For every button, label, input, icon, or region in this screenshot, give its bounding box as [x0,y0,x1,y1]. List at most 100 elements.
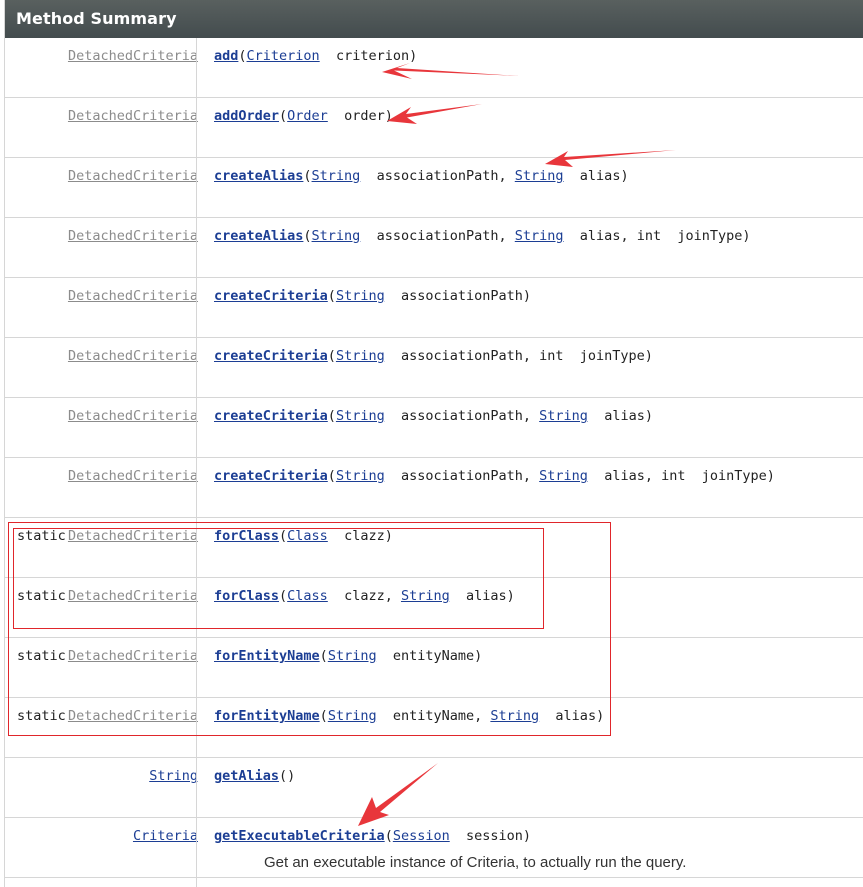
method-signature: createAlias(String associationPath, Stri… [214,168,629,184]
return-type-link[interactable]: DetachedCriteria [68,588,198,604]
param-text: ( [384,828,393,844]
param-text: clazz, [327,588,401,604]
return-type-link[interactable]: DetachedCriteria [68,408,198,424]
method-row: DetachedCriteria addOrder(Order order) [5,98,863,158]
param-text: alias) [539,708,605,724]
return-type-link[interactable]: DetachedCriteria [68,168,198,184]
return-type-cell: static DetachedCriteria [5,518,198,576]
param-type-link[interactable]: String [515,228,564,244]
method-signature: createCriteria(String associationPath, S… [214,408,653,424]
param-text: alias) [587,408,653,424]
param-text: () [279,768,296,784]
param-type-link[interactable]: String [539,408,588,424]
method-name-link[interactable]: createCriteria [214,288,328,304]
method-row: DetachedCriteria createCriteria(String as… [5,398,863,458]
return-type-cell: DetachedCriteria [5,218,198,276]
param-type-link[interactable]: String [336,408,385,424]
param-type-link[interactable]: String [336,468,385,484]
method-signature: createCriteria(String associationPath) [214,288,531,304]
method-description: Get an executable instance of Criteria, … [264,854,687,871]
method-row: static DetachedCriteria forEntityName(Stri… [5,638,863,698]
return-type-cell: DetachedCriteria [5,338,198,396]
param-type-link[interactable]: Class [287,528,328,544]
return-type-cell: DetachedCriteria [5,98,198,156]
static-modifier: static [17,528,66,544]
method-name-link[interactable]: createCriteria [214,468,328,484]
method-row: static DetachedCriteria forClass(Class cla… [5,578,863,638]
return-type-link[interactable]: DetachedCriteria [68,648,198,664]
method-name-link[interactable]: createAlias [214,228,303,244]
param-type-link[interactable]: String [312,168,361,184]
param-type-link[interactable]: String [401,588,450,604]
param-text: associationPath) [384,288,532,304]
column-separator [196,38,197,887]
param-text: ( [327,468,336,484]
return-type-cell: static DetachedCriteria [5,698,198,756]
method-row: static DetachedCriteria forClass(Class cla… [5,518,863,578]
method-name-link[interactable]: getExecutableCriteria [214,828,385,844]
return-type-link[interactable]: DetachedCriteria [68,468,198,484]
return-type-cell: DetachedCriteria [5,38,198,96]
param-text: ( [327,408,336,424]
param-text: ( [279,588,288,604]
param-text: ( [319,648,328,664]
param-type-link[interactable]: String [336,288,385,304]
param-text: ( [279,108,288,124]
return-type-link[interactable]: DetachedCriteria [68,708,198,724]
param-type-link[interactable]: String [312,228,361,244]
param-text: associationPath, [360,168,515,184]
method-name-link[interactable]: createCriteria [214,348,328,364]
return-type-link[interactable]: DetachedCriteria [68,228,198,244]
param-text: session) [449,828,532,844]
method-row: Criteria getExecutableCriteria(Session se… [5,818,863,878]
param-type-link[interactable]: Criterion [247,48,320,64]
static-modifier: static [17,648,66,664]
method-signature: forEntityName(String entityName, String … [214,708,604,724]
param-text: ( [327,288,336,304]
param-text: criterion) [319,48,418,64]
return-type-link[interactable]: DetachedCriteria [68,288,198,304]
param-type-link[interactable]: String [490,708,539,724]
method-signature: createCriteria(String associationPath, S… [214,468,775,484]
method-signature: createAlias(String associationPath, Stri… [214,228,750,244]
param-type-link[interactable]: Session [393,828,450,844]
return-type-link[interactable]: DetachedCriteria [68,348,198,364]
param-type-link[interactable]: Class [287,588,328,604]
param-type-link[interactable]: String [539,468,588,484]
param-type-link[interactable]: String [336,348,385,364]
param-text: ( [327,348,336,364]
method-name-link[interactable]: createCriteria [214,408,328,424]
param-type-link[interactable]: Order [287,108,328,124]
method-name-link[interactable]: forClass [214,528,279,544]
param-text: associationPath, [360,228,515,244]
return-type-link[interactable]: Criteria [133,828,198,844]
return-type-cell: DetachedCriteria [5,278,198,336]
method-name-link[interactable]: forClass [214,588,279,604]
method-name-link[interactable]: createAlias [214,168,303,184]
param-text: order) [327,108,393,124]
return-type-link[interactable]: String [149,768,198,784]
param-text: ( [279,528,288,544]
method-name-link[interactable]: addOrder [214,108,279,124]
method-row: DetachedCriteria createAlias(String assoc… [5,158,863,218]
return-type-link[interactable]: DetachedCriteria [68,108,198,124]
param-text: associationPath, [384,468,540,484]
param-text: ( [303,168,312,184]
method-name-link[interactable]: forEntityName [214,708,320,724]
method-name-link[interactable]: add [214,48,238,64]
return-type-link[interactable]: DetachedCriteria [68,48,198,64]
param-text: alias) [449,588,515,604]
return-type-link[interactable]: DetachedCriteria [68,528,198,544]
return-type-cell: static DetachedCriteria [5,638,198,696]
param-type-link[interactable]: String [328,648,377,664]
method-signature: forClass(Class clazz, String alias) [214,588,515,604]
param-type-link[interactable]: String [328,708,377,724]
method-name-link[interactable]: forEntityName [214,648,320,664]
method-name-link[interactable]: getAlias [214,768,279,784]
param-text: entityName) [376,648,483,664]
param-text: entityName, [376,708,491,724]
method-rows: DetachedCriteria add ( Criterion criterion)… [5,38,863,878]
method-row: DetachedCriteria createCriteria(String as… [5,278,863,338]
param-type-link[interactable]: String [515,168,564,184]
return-type-cell: String [5,758,198,816]
